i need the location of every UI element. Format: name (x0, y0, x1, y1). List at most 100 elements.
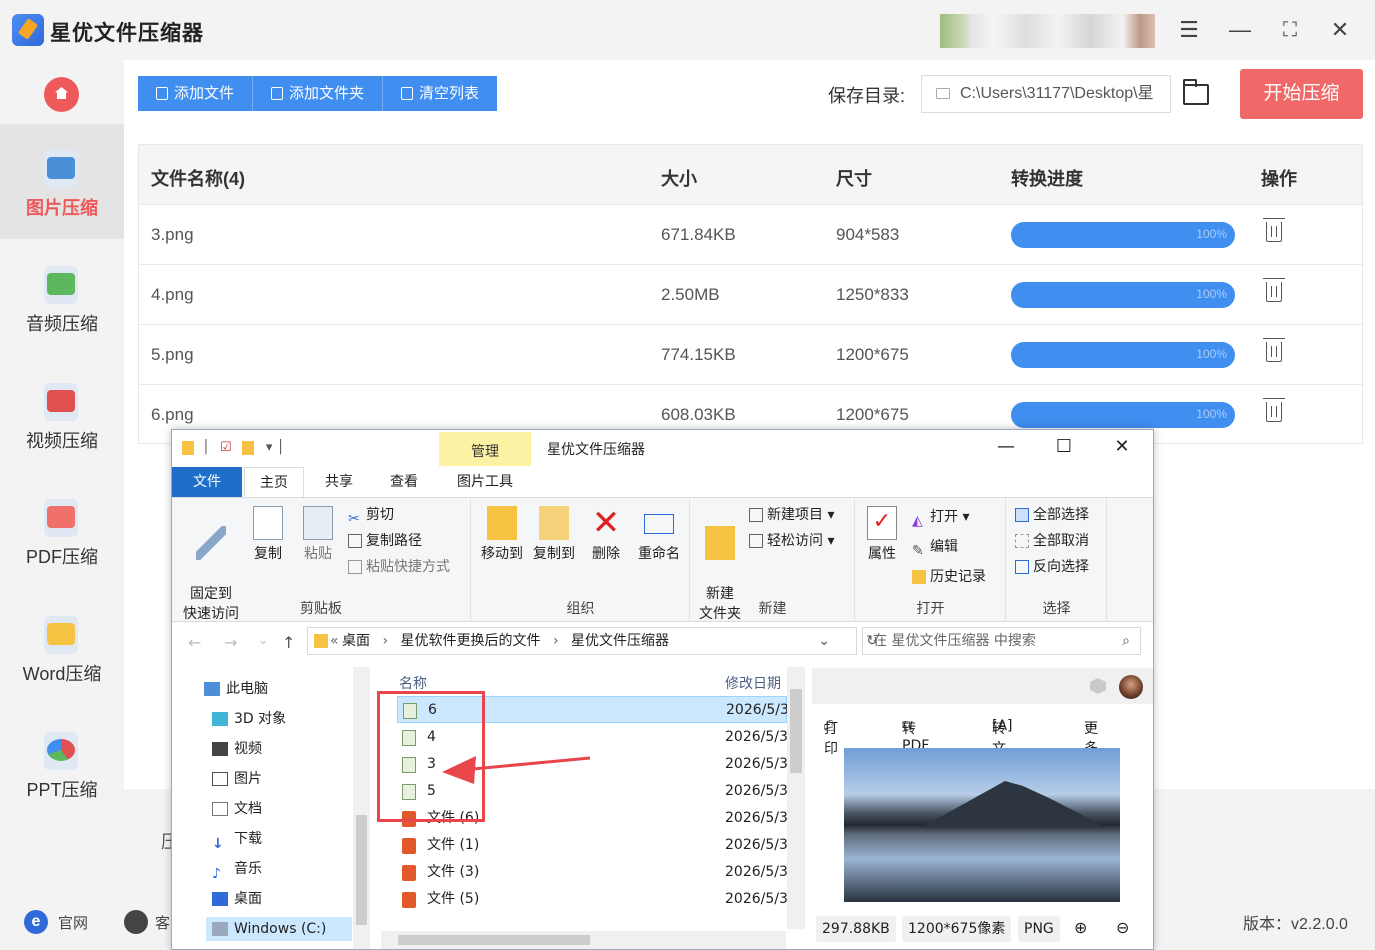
zoom-in-icon[interactable]: ⊕ (1074, 918, 1087, 937)
up-arrow-icon[interactable]: ↑ (282, 633, 295, 652)
open-folder-icon[interactable] (1183, 79, 1209, 105)
table-row[interactable]: 5.png 774.15KB 1200*675 100% (139, 324, 1362, 384)
add-folder-button[interactable]: 添加文件夹 (253, 76, 384, 111)
explorer-close-icon[interactable]: ✕ (1112, 436, 1132, 457)
file-row[interactable]: 文件 (1) 2026/5/3 (397, 832, 788, 859)
copy-path-button[interactable]: 复制路径 (348, 530, 422, 552)
file-list-scrollbar[interactable] (787, 667, 805, 929)
breadcrumb-item[interactable]: 星优文件压缩器 (571, 633, 669, 649)
sidebar-item-image[interactable]: 图片压缩 (0, 124, 124, 239)
new-item-button[interactable]: 新建项目 ▾ (749, 504, 834, 526)
paste-shortcut-button[interactable]: 粘贴快捷方式 (348, 556, 450, 578)
tree-item-documents[interactable]: 文档 (212, 797, 262, 821)
breadcrumb-overflow-icon[interactable]: « (330, 628, 339, 654)
maximize-icon[interactable]: ⛶ (1278, 18, 1302, 42)
avatar[interactable] (1119, 675, 1143, 699)
address-dropdown-icon[interactable]: ⌄ (818, 628, 830, 654)
user-account-blurred[interactable] (940, 14, 1155, 48)
file-row[interactable]: 3 2026/5/3 (397, 751, 788, 778)
tab-picture-tools[interactable]: 图片工具 (439, 467, 531, 497)
select-none-button[interactable]: 全部取消 (1015, 530, 1089, 552)
edit-button[interactable]: ✎ 编辑 (912, 536, 958, 559)
rename-button[interactable]: 重命名 (632, 506, 686, 564)
open-button[interactable]: ◭ 打开 ▾ (912, 506, 969, 529)
tree-item-this-pc[interactable]: 此电脑 (204, 677, 268, 701)
sidebar-item-pdf[interactable]: PDF压缩 (0, 473, 124, 588)
column-header-name[interactable]: 名称 (399, 673, 427, 693)
tree-item-3d-objects[interactable]: 3D 对象 (212, 707, 286, 731)
address-breadcrumb[interactable]: « 桌面 › 星优软件更换后的文件 › 星优文件压缩器 ⌄ ↻ (307, 627, 878, 655)
manage-context-tab[interactable]: 管理 (439, 432, 531, 466)
delete-row-trash-icon[interactable] (1263, 398, 1285, 422)
delete-row-trash-icon[interactable] (1263, 338, 1285, 362)
paste-button[interactable]: 粘贴 (298, 506, 338, 564)
file-row[interactable]: 6 2026/5/3 (397, 696, 789, 723)
file-row[interactable]: 文件 (5) 2026/5/3 (397, 886, 788, 913)
tab-home[interactable]: 主页 (244, 467, 304, 497)
save-dir-input[interactable]: C:\Users\31177\Desktop\星 (921, 75, 1171, 113)
search-icon[interactable]: ⌕ (1122, 628, 1130, 654)
start-compress-button[interactable]: 开始压缩 (1240, 69, 1363, 119)
add-file-button[interactable]: 添加文件 (138, 76, 254, 111)
tree-item-desktop[interactable]: 桌面 (212, 887, 262, 911)
folder-icon[interactable] (182, 440, 194, 455)
tab-view[interactable]: 查看 (374, 467, 434, 497)
copy-button[interactable]: 复制 (248, 506, 288, 564)
file-row[interactable]: 4 2026/5/3 (397, 724, 788, 751)
home-icon[interactable] (44, 77, 79, 112)
forward-arrow-icon[interactable]: → (224, 633, 237, 652)
sidebar-item-ppt[interactable]: PPT压缩 (0, 706, 124, 821)
sidebar-item-word[interactable]: Word压缩 (0, 590, 124, 705)
delete-button[interactable]: ✕ 删除 (586, 506, 626, 564)
file-row[interactable]: 5 2026/5/3 (397, 778, 788, 805)
table-row[interactable]: 4.png 2.50MB 1250*833 100% (139, 264, 1362, 324)
website-icon[interactable]: e (24, 910, 48, 934)
delete-row-trash-icon[interactable] (1263, 278, 1285, 302)
tab-share[interactable]: 共享 (309, 467, 369, 497)
column-header-date[interactable]: 修改日期 (725, 673, 781, 693)
recent-dropdown-icon[interactable]: ⌄ (258, 633, 268, 647)
new-folder-icon[interactable] (241, 440, 254, 455)
hscroll-thumb[interactable] (398, 935, 590, 945)
cut-button[interactable]: ✂ 剪切 (348, 504, 394, 527)
select-all-button[interactable]: 全部选择 (1015, 504, 1089, 526)
table-row[interactable]: 3.png 671.84KB 904*583 100% (139, 204, 1362, 264)
tree-item-pictures[interactable]: 图片 (212, 767, 262, 791)
breadcrumb-item[interactable]: 星优软件更换后的文件 (401, 633, 541, 649)
tree-scroll-thumb[interactable] (356, 815, 367, 925)
file-list-hscrollbar[interactable] (381, 931, 786, 949)
search-input[interactable]: 在 星优文件压缩器 中搜索 ⌕ (862, 627, 1141, 655)
explorer-minimize-icon[interactable]: — (996, 436, 1016, 457)
move-to-button[interactable]: 移动到 (476, 506, 528, 564)
easy-access-button[interactable]: 轻松访问 ▾ (749, 530, 834, 552)
properties-button[interactable]: ✓ 属性 (862, 506, 902, 564)
explorer-maximize-icon[interactable]: ☐ (1054, 436, 1074, 457)
tree-item-music[interactable]: ♪ 音乐 (212, 857, 262, 882)
tab-file[interactable]: 文件 (172, 467, 242, 497)
chat-icon[interactable] (124, 910, 148, 934)
settings-sliders-icon[interactable]: ☰ (1177, 18, 1201, 42)
sidebar-item-audio[interactable]: 音频压缩 (0, 240, 124, 355)
minimize-icon[interactable]: — (1228, 18, 1252, 42)
delete-row-trash-icon[interactable] (1263, 218, 1285, 242)
sidebar-item-video[interactable]: 视频压缩 (0, 357, 124, 472)
file-list-scroll-thumb[interactable] (790, 689, 802, 773)
breadcrumb-item[interactable]: 桌面 (342, 633, 370, 649)
history-button[interactable]: 历史记录 (912, 566, 986, 588)
website-link[interactable]: 官网 (58, 912, 88, 933)
file-row[interactable]: 文件 (6) 2026/5/3 (397, 805, 788, 832)
tree-item-windows-c[interactable]: Windows (C:) (206, 917, 352, 941)
service-link[interactable]: 客 (155, 912, 170, 933)
tree-item-videos[interactable]: 视频 (212, 737, 262, 761)
tree-item-downloads[interactable]: ↓ 下载 (212, 827, 262, 852)
invert-select-button[interactable]: 反向选择 (1015, 556, 1089, 578)
qat-dropdown-icon[interactable]: ▾ (266, 440, 273, 455)
copy-to-button[interactable]: 复制到 (528, 506, 580, 564)
close-icon[interactable]: ✕ (1328, 18, 1352, 42)
file-row[interactable]: 文件 (3) 2026/5/3 (397, 859, 788, 886)
clear-list-button[interactable]: 清空列表 (383, 76, 498, 111)
tree-scrollbar[interactable] (353, 667, 370, 949)
hexagon-icon[interactable] (1090, 678, 1106, 694)
properties-check-icon[interactable]: ☑ (220, 440, 232, 455)
back-arrow-icon[interactable]: ← (188, 633, 201, 652)
